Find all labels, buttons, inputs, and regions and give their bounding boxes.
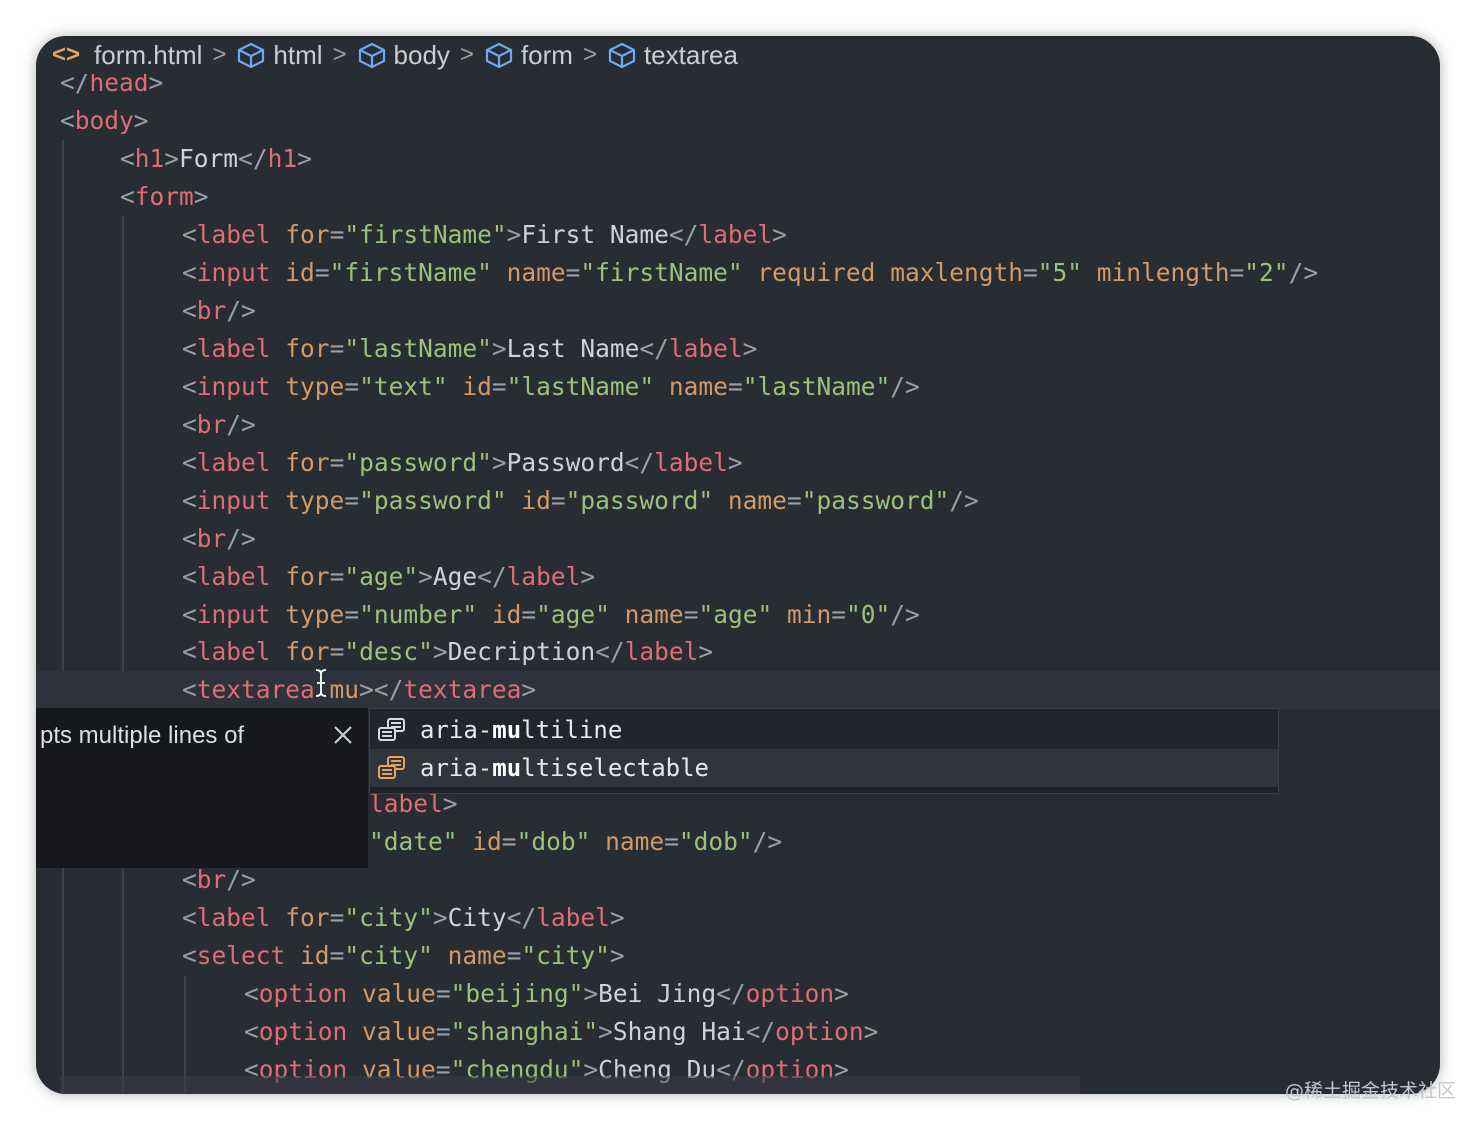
text-cursor-icon [315,669,327,697]
watermark: @稀土掘金技术社区 [1285,1080,1457,1102]
autocomplete-list: aria-multiline aria-multiselectable [369,708,1279,794]
code-line[interactable]: <option value="beijing">Bei Jing</option… [244,975,849,1013]
suggestion-details-text: pts multiple lines of [40,722,245,749]
cube-icon [238,42,265,69]
editor-window: <> form.html > html > body > form > text… [36,36,1440,1094]
cube-icon [485,42,513,69]
code-editor[interactable]: </head> <body> <h1>Form</h1> <form> <label f… [36,36,1440,1094]
code-line[interactable]: <br/> [182,520,256,558]
chevron-right-icon: > [332,41,347,68]
breadcrumb-item-form[interactable]: form [484,40,573,71]
code-line[interactable]: <input type="password" id="password" nam… [182,482,979,520]
code-line[interactable]: <body> [60,102,149,140]
indent-guide [62,140,64,1094]
chevron-right-icon: > [212,41,227,68]
code-line[interactable]: <select id="city" name="city"> [182,937,625,975]
chevron-right-icon: > [459,41,474,68]
breadcrumb-item-html[interactable]: html [236,39,323,71]
suggestion-label: aria-multiline [420,716,623,744]
code-line[interactable]: <h1>Form</h1> [120,140,312,178]
breadcrumb-file-label: form.html [94,39,203,70]
breadcrumb-item-label: html [273,39,323,70]
code-line[interactable]: <form> [120,178,209,216]
cube-icon [358,42,385,69]
horizontal-scrollbar[interactable] [60,1076,1080,1094]
code-line[interactable]: <br/> [182,406,256,444]
breadcrumb-file[interactable]: <> form.html [52,40,202,71]
breadcrumb-item-body[interactable]: body [357,40,450,71]
chevron-right-icon: > [582,41,597,68]
code-line[interactable]: <label for="firstName">First Name</label… [182,216,787,254]
suggestion-item-selected[interactable]: aria-multiselectable [370,749,1278,787]
code-line[interactable]: <input id="firstName" name="firstName" r… [182,254,1318,292]
attribute-icon [378,718,405,741]
code-brackets-icon: <> [52,41,81,68]
indent-guide [122,216,124,1094]
breadcrumb: <> form.html > html > body > form > text… [36,36,1440,74]
cube-icon [608,42,636,69]
code-line[interactable]: <option value="shanghai">Shang Hai</opti… [244,1013,878,1051]
code-line[interactable]: <label for="age">Age</label> [182,558,595,596]
code-line[interactable]: <label for="lastName">Last Name</label> [182,330,757,368]
code-line[interactable]: <input type="number" id="age" name="age"… [182,596,920,634]
code-line[interactable]: <input type="text" id="lastName" name="l… [182,368,920,406]
suggestion-details-panel: pts multiple lines of [36,708,368,868]
breadcrumb-item-textarea[interactable]: textarea [607,40,738,71]
breadcrumb-item-label: textarea [643,39,738,70]
attribute-icon [378,756,405,779]
code-line[interactable]: <label for="desc">Decription</label> [182,633,713,671]
suggestion-item[interactable]: aria-multiline [370,711,1278,749]
code-line[interactable]: <textarea mu></textarea> [36,671,1440,709]
suggestion-label: aria-multiselectable [420,754,709,782]
code-line[interactable]: <br/> [182,292,256,330]
breadcrumb-item-label: body [393,39,450,70]
code-line[interactable]: "date" id="dob" name="dob"/> [369,823,782,861]
code-line[interactable]: <label for="city">City</label> [182,899,625,937]
close-icon[interactable] [330,722,356,748]
code-line[interactable]: <label for="password">Password</label> [182,444,743,482]
breadcrumb-item-label: form [520,39,573,70]
